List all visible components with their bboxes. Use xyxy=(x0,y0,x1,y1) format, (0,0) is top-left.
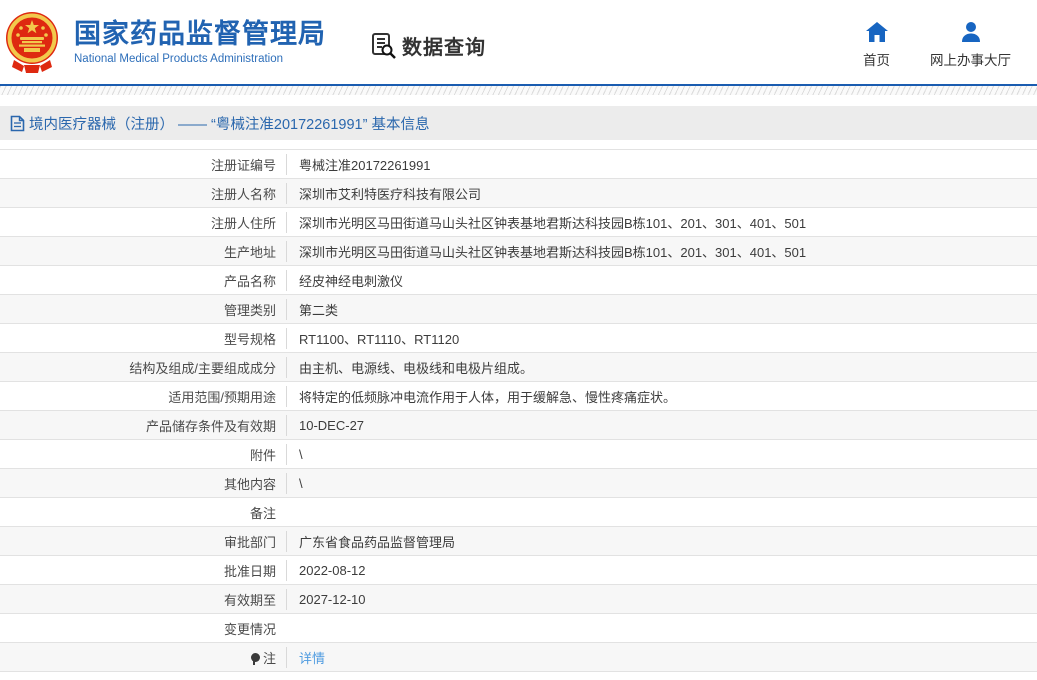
row-label: 有效期至 xyxy=(223,592,276,608)
row-label: 产品名称 xyxy=(223,273,276,289)
table-row: 结构及组成/主要组成成分 由主机、电源线、电极线和电极片组成。 xyxy=(0,353,1037,382)
breadcrumb-text: 境内医疗器械（注册） —— “粤械注准20172261991” 基本信息 xyxy=(29,116,430,133)
row-value: 粤械注准20172261991 xyxy=(299,157,431,173)
row-value: 由主机、电源线、电极线和电极片组成。 xyxy=(299,360,534,376)
row-value: 详情 xyxy=(287,648,325,667)
table-row: 批准日期 2022-08-12 xyxy=(0,556,1037,585)
row-label: 管理类别 xyxy=(223,302,276,318)
site-subtitle: National Medical Products Administration xyxy=(74,52,284,65)
row-value: 2022-08-12 xyxy=(299,562,366,578)
user-icon xyxy=(961,22,980,42)
table-row: 注册人名称 深圳市艾利特医疗科技有限公司 xyxy=(0,179,1037,208)
hatch-pattern-strip xyxy=(0,86,1037,95)
page-header: 国家药品监督管理局 National Medical Products Admi… xyxy=(0,0,1037,84)
nav-service-hall-label: 网上办事大厅 xyxy=(930,53,1011,68)
row-label: 结构及组成/主要组成成分 xyxy=(129,360,276,376)
row-value: 将特定的低频脉冲电流作用于人体，用于缓解急、慢性疼痛症状。 xyxy=(299,389,677,405)
row-value: 深圳市艾利特医疗科技有限公司 xyxy=(299,186,482,202)
data-search-icon xyxy=(372,32,396,59)
site-title: 国家药品监督管理局 xyxy=(74,19,326,50)
breadcrumb: 境内医疗器械（注册） —— “粤械注准20172261991” 基本信息 xyxy=(0,106,1037,140)
row-label: 备注 xyxy=(249,505,276,521)
table-row: 型号规格 RT1100、RT1110、RT1120 xyxy=(0,324,1037,353)
row-value: 深圳市光明区马田街道马山头社区钟表基地君斯达科技园B栋101、201、301、4… xyxy=(299,244,807,260)
note-icon xyxy=(250,652,260,665)
table-row: 备注 xyxy=(0,498,1037,527)
nav-home-label: 首页 xyxy=(863,53,890,68)
data-query-label: 数据查询 xyxy=(402,36,486,59)
row-label: 型号规格 xyxy=(223,331,276,347)
row-value: 2027-12-10 xyxy=(299,591,366,607)
row-value: \ xyxy=(299,475,303,491)
table-row: 注详情 xyxy=(0,643,1037,672)
document-icon xyxy=(10,115,25,131)
row-value: 经皮神经电刺激仪 xyxy=(299,273,404,289)
nav-service-hall[interactable]: 网上办事大厅 xyxy=(930,21,1011,69)
table-row: 有效期至 2027-12-10 xyxy=(0,585,1037,614)
table-row: 附件 \ xyxy=(0,440,1037,469)
table-row: 管理类别 第二类 xyxy=(0,295,1037,324)
row-label: 附件 xyxy=(249,447,276,463)
header-nav: 首页 网上办事大厅 xyxy=(863,15,1011,69)
spacer xyxy=(0,140,1037,149)
row-value: 广东省食品药品监督管理局 xyxy=(299,534,456,550)
row-value: 10-DEC-27 xyxy=(299,417,365,433)
row-value: 第二类 xyxy=(299,302,339,318)
row-label: 注册证编号 xyxy=(210,157,276,173)
spacer xyxy=(0,95,1037,106)
row-label: 注册人名称 xyxy=(210,186,276,202)
table-row: 注册证编号 粤械注准20172261991 xyxy=(0,150,1037,179)
table-row: 注册人住所 深圳市光明区马田街道马山头社区钟表基地君斯达科技园B栋101、201、… xyxy=(0,208,1037,237)
table-row: 其他内容 \ xyxy=(0,469,1037,498)
table-row: 审批部门 广东省食品药品监督管理局 xyxy=(0,527,1037,556)
row-label: 适用范围/预期用途 xyxy=(168,389,276,405)
row-label: 生产地址 xyxy=(223,244,276,260)
row-label: 变更情况 xyxy=(223,621,276,637)
table-row: 产品储存条件及有效期 10-DEC-27 xyxy=(0,411,1037,440)
row-label: 注册人住所 xyxy=(210,215,276,231)
nav-home[interactable]: 首页 xyxy=(863,21,890,69)
row-label: 批准日期 xyxy=(223,563,276,579)
detail-link[interactable]: 详情 xyxy=(299,651,325,666)
home-icon xyxy=(865,22,888,42)
national-emblem-icon xyxy=(6,12,58,73)
row-label: 产品储存条件及有效期 xyxy=(145,418,276,434)
row-value: \ xyxy=(299,446,303,462)
row-value: RT1100、RT1110、RT1120 xyxy=(299,331,460,347)
row-value: 深圳市光明区马田街道马山头社区钟表基地君斯达科技园B栋101、201、301、4… xyxy=(299,215,807,231)
table-row: 变更情况 xyxy=(0,614,1037,643)
registration-info-table: 注册证编号 粤械注准20172261991 注册人名称 深圳市艾利特医疗科技有限公司注… xyxy=(0,149,1037,672)
table-row: 生产地址 深圳市光明区马田街道马山头社区钟表基地君斯达科技园B栋101、201、3… xyxy=(0,237,1037,266)
data-query-tab[interactable]: 数据查询 xyxy=(370,31,486,60)
row-label: 其他内容 xyxy=(223,476,276,492)
site-logo[interactable]: 国家药品监督管理局 National Medical Products Admi… xyxy=(6,10,326,74)
row-label: 注 xyxy=(0,648,286,667)
row-label: 审批部门 xyxy=(223,534,276,550)
table-row: 适用范围/预期用途 将特定的低频脉冲电流作用于人体，用于缓解急、慢性疼痛症状。 xyxy=(0,382,1037,411)
site-title-block: 国家药品监督管理局 National Medical Products Admi… xyxy=(74,19,326,64)
table-row: 产品名称 经皮神经电刺激仪 xyxy=(0,266,1037,295)
